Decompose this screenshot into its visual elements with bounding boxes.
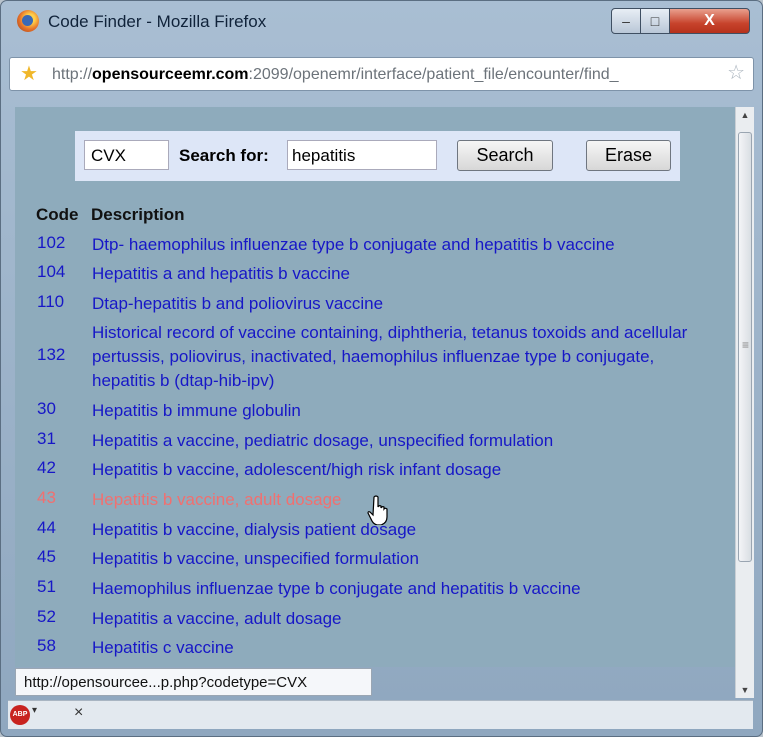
description-link[interactable]: Dtap-hepatitis b and poliovirus vaccine (92, 292, 722, 316)
vertical-scrollbar[interactable]: ▲ ≡ ▼ (735, 107, 754, 698)
window-title: Code Finder - Mozilla Firefox (48, 12, 267, 31)
description-link[interactable]: Hepatitis a and hepatitis b vaccine (92, 262, 722, 286)
description-link[interactable]: Hepatitis c vaccine (92, 636, 722, 660)
status-link-preview: http://opensourcee...p.php?codetype=CVX (15, 668, 372, 696)
scrollbar-thumb[interactable]: ≡ (738, 132, 752, 562)
scroll-down-arrow-icon[interactable]: ▼ (736, 682, 754, 698)
code-link[interactable]: 51 (37, 577, 56, 597)
code-type-field[interactable]: CVX (84, 140, 169, 170)
firefox-icon (17, 10, 39, 32)
bookmark-star-icon[interactable]: ★ (20, 64, 38, 84)
description-link[interactable]: Hepatitis b vaccine, adolescent/high ris… (92, 458, 722, 482)
url-text[interactable]: http://opensourceemr.com:2099/openemr/in… (52, 66, 619, 84)
description-link[interactable]: Hepatitis b vaccine, dialysis patient do… (92, 518, 722, 542)
code-link[interactable]: 30 (37, 399, 56, 419)
description-link[interactable]: Hepatitis b immune globulin (92, 399, 722, 423)
code-link[interactable]: 58 (37, 636, 56, 656)
code-link[interactable]: 42 (37, 458, 56, 478)
close-window-button[interactable]: X (669, 8, 750, 34)
code-link[interactable]: 102 (37, 233, 65, 253)
url-domain: opensourceemr.com (92, 66, 249, 83)
column-header-description: Description (91, 205, 185, 224)
code-link[interactable]: 52 (37, 607, 56, 627)
maximize-button[interactable]: □ (640, 8, 670, 34)
chevron-down-icon[interactable]: ▾ (32, 705, 37, 716)
code-link[interactable]: 44 (37, 518, 56, 538)
favorite-star-icon[interactable]: ☆ (727, 63, 745, 83)
hand-cursor-icon (367, 495, 388, 525)
scroll-up-arrow-icon[interactable]: ▲ (736, 107, 754, 123)
code-link[interactable]: 110 (37, 292, 64, 312)
description-link[interactable]: Haemophilus influenzae type b conjugate … (92, 577, 722, 601)
erase-button[interactable]: Erase (586, 140, 671, 171)
url-prefix: http:// (52, 66, 93, 83)
url-path: :2099/openemr/interface/patient_file/enc… (248, 66, 619, 83)
minimize-button[interactable]: – (611, 8, 641, 34)
search-button[interactable]: Search (457, 140, 553, 171)
code-link[interactable]: 104 (37, 262, 65, 282)
page-content: CVX Search for: hepatitis Search Erase C… (15, 107, 735, 667)
search-input[interactable]: hepatitis (287, 140, 437, 170)
code-link[interactable]: 132 (37, 345, 65, 365)
title-bar: Code Finder - Mozilla Firefox – □ X (1, 1, 762, 41)
adblock-plus-icon[interactable]: ABP (10, 705, 30, 725)
search-label: Search for: (179, 146, 269, 165)
code-link[interactable]: 31 (37, 429, 56, 449)
column-header-code: Code (36, 205, 79, 224)
description-link[interactable]: Historical record of vaccine containing,… (92, 321, 722, 393)
description-link[interactable]: Hepatitis a vaccine, pediatric dosage, u… (92, 429, 722, 453)
addon-bar: ABP ▾ × (8, 700, 753, 729)
search-panel: CVX Search for: hepatitis Search Erase (75, 131, 680, 181)
grip-icon: ≡ (742, 338, 750, 352)
description-link[interactable]: Hepatitis a vaccine, adult dosage (92, 607, 722, 631)
close-icon[interactable]: × (74, 704, 83, 722)
description-link[interactable]: Hepatitis b vaccine, adult dosage (92, 488, 722, 512)
address-bar[interactable]: ★ http://opensourceemr.com:2099/openemr/… (9, 57, 754, 91)
code-link[interactable]: 43 (37, 488, 56, 508)
description-link[interactable]: Dtp- haemophilus influenzae type b conju… (92, 233, 722, 257)
description-link[interactable]: Hepatitis b vaccine, unspecified formula… (92, 547, 722, 571)
code-link[interactable]: 45 (37, 547, 56, 567)
